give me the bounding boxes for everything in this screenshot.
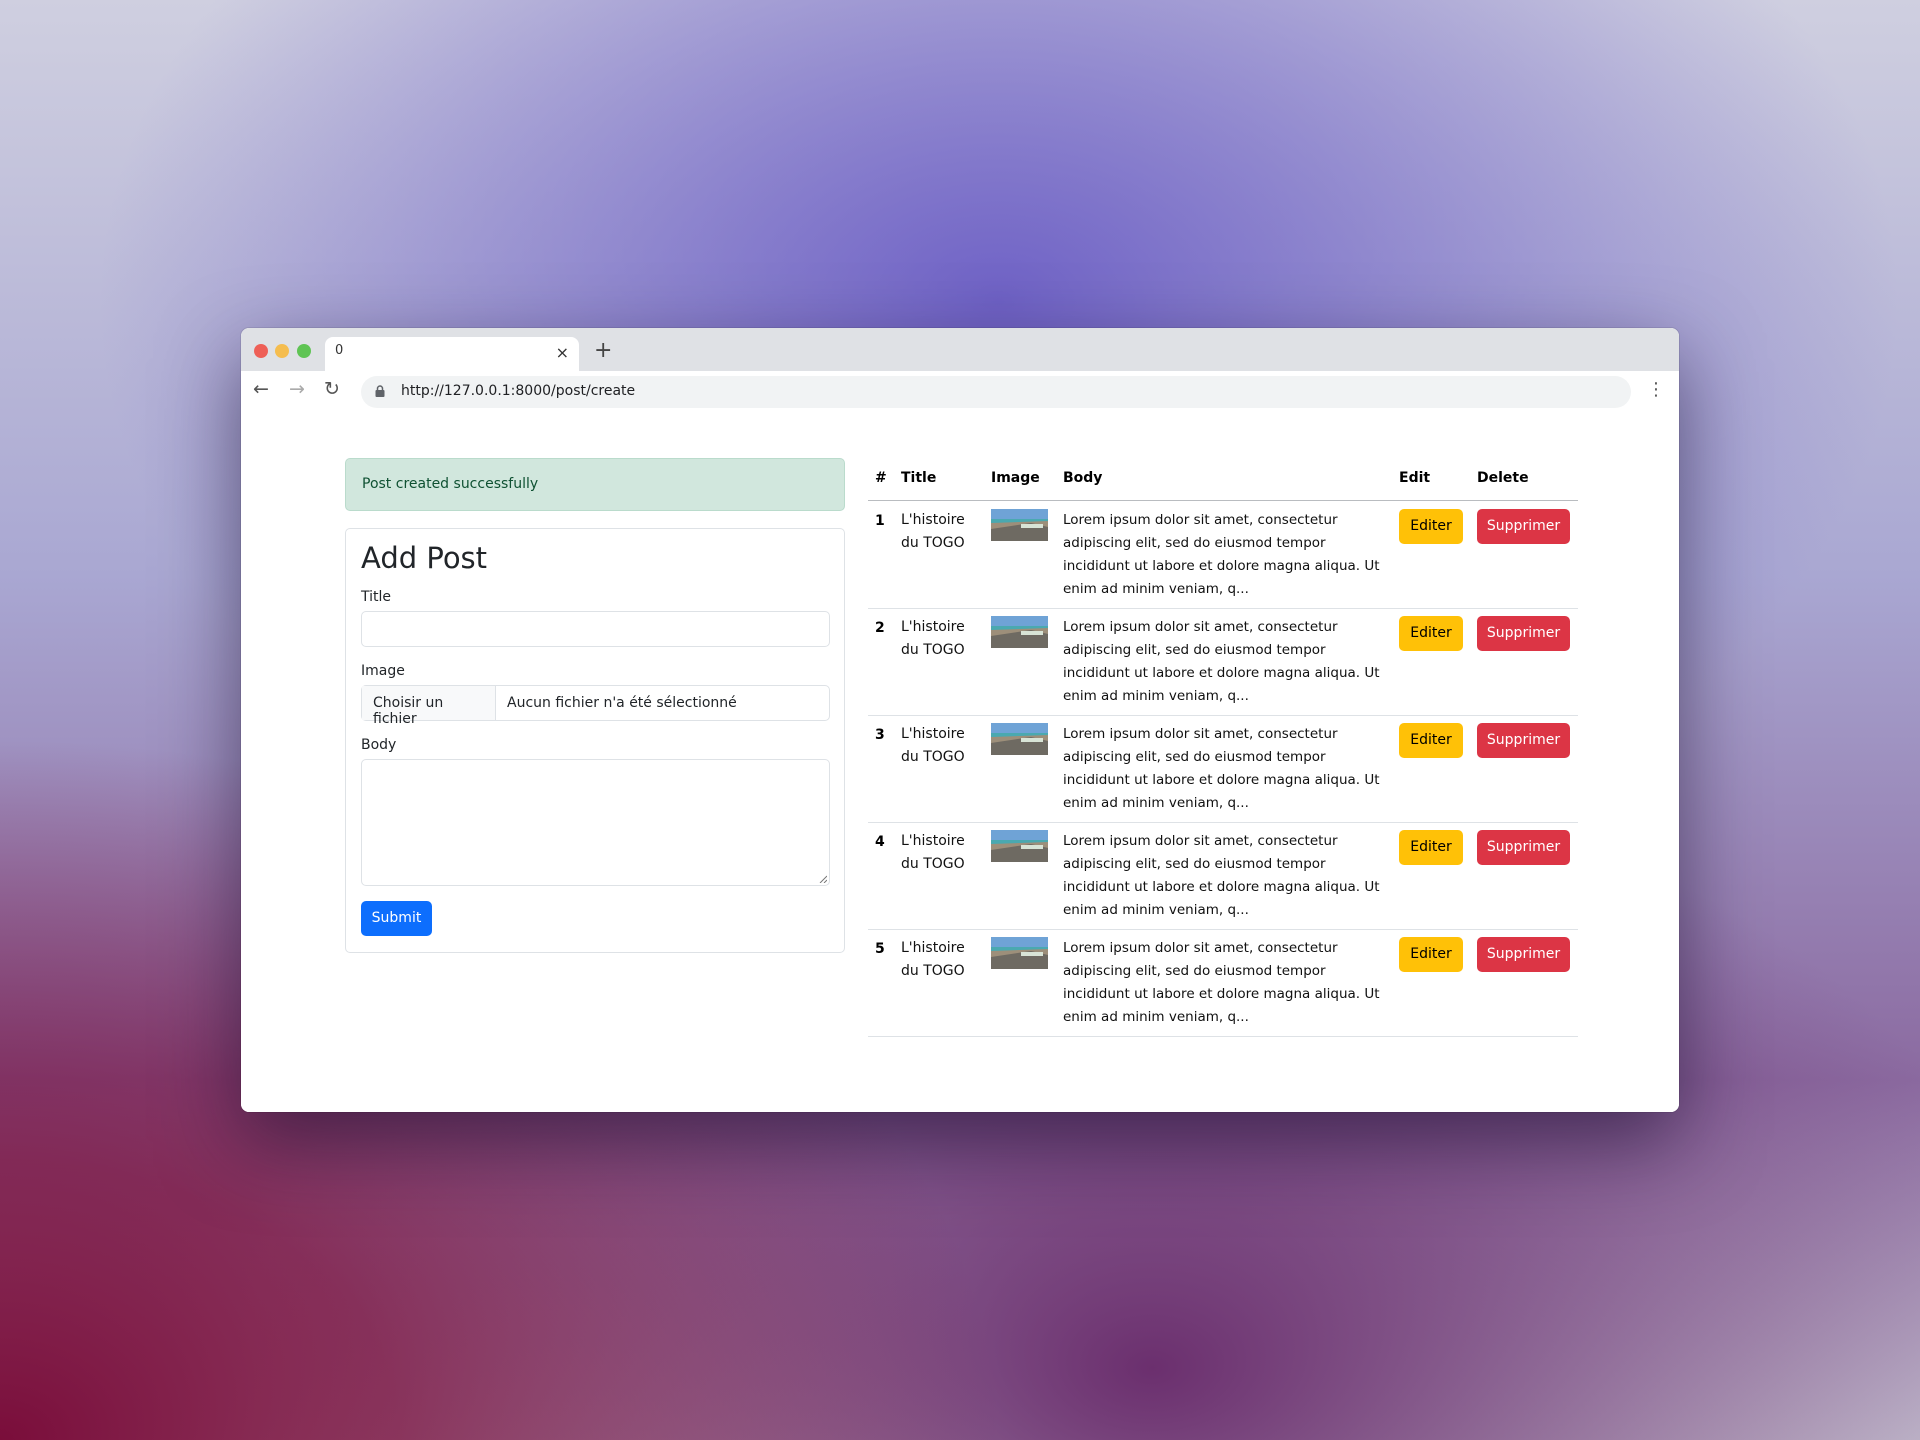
image-label: Image [361, 663, 405, 679]
column-header-delete: Delete [1477, 470, 1529, 486]
resize-handle-icon[interactable] [819, 875, 827, 883]
row-number: 5 [875, 941, 885, 957]
body-textarea[interactable] [361, 759, 830, 886]
delete-button[interactable]: Supprimer [1477, 509, 1570, 544]
browser-toolbar: ← → ↻ http://127.0.0.1:8000/post/create … [241, 371, 1679, 412]
post-thumbnail-image [991, 723, 1048, 755]
post-title: L'histoire du TOGO [901, 512, 965, 551]
post-body: Lorem ipsum dolor sit amet, consectetur … [1063, 940, 1380, 1025]
image-file-input[interactable]: Choisir un fichier Aucun fichier n'a été… [361, 685, 830, 727]
close-window-button[interactable] [254, 344, 268, 358]
table-row: 4 L'histoire du TOGO Lorem ipsum dolor s… [868, 822, 1578, 930]
browser-tab[interactable]: 0 × [325, 337, 579, 371]
column-header-title: Title [901, 470, 937, 486]
delete-button[interactable]: Supprimer [1477, 616, 1570, 651]
alert-message: Post created successfully [362, 476, 539, 492]
column-header-body: Body [1063, 470, 1103, 486]
row-number: 1 [875, 513, 885, 529]
column-header-edit: Edit [1399, 470, 1431, 486]
post-title: L'histoire du TOGO [901, 619, 965, 658]
row-number: 2 [875, 620, 885, 636]
post-thumbnail-image [991, 616, 1048, 648]
edit-button[interactable]: Editer [1399, 723, 1463, 758]
table-row: 2 L'histoire du TOGO Lorem ipsum dolor s… [868, 608, 1578, 716]
table-row: 5 L'histoire du TOGO Lorem ipsum dolor s… [868, 929, 1578, 1037]
reload-icon[interactable]: ↻ [324, 378, 340, 400]
page-content: Post created successfully Add Post Title… [241, 412, 1679, 1112]
post-body: Lorem ipsum dolor sit amet, consectetur … [1063, 726, 1380, 811]
add-post-card: Add Post Title Image Choisir un fichier … [345, 528, 845, 953]
post-thumbnail-image [991, 830, 1048, 862]
edit-button[interactable]: Editer [1399, 509, 1463, 544]
post-body: Lorem ipsum dolor sit amet, consectetur … [1063, 833, 1380, 918]
table-row: 3 L'histoire du TOGO Lorem ipsum dolor s… [868, 715, 1578, 823]
back-arrow-icon[interactable]: ← [253, 378, 269, 400]
post-body: Lorem ipsum dolor sit amet, consectetur … [1063, 619, 1380, 704]
forward-arrow-icon[interactable]: → [289, 378, 305, 400]
title-input[interactable] [361, 611, 830, 647]
close-icon[interactable]: × [556, 343, 569, 362]
body-label: Body [361, 737, 397, 753]
post-body: Lorem ipsum dolor sit amet, consectetur … [1063, 512, 1380, 597]
edit-button[interactable]: Editer [1399, 937, 1463, 972]
tab-bar: 0 × + [241, 328, 1679, 371]
column-header-image: Image [991, 470, 1040, 486]
table-row: 1 L'histoire du TOGO Lorem ipsum dolor s… [868, 501, 1578, 609]
maximize-window-button[interactable] [297, 344, 311, 358]
post-title: L'histoire du TOGO [901, 833, 965, 872]
submit-button[interactable]: Submit [361, 901, 432, 936]
address-bar[interactable]: http://127.0.0.1:8000/post/create [361, 376, 1631, 408]
column-header-number: # [875, 470, 887, 486]
choose-file-button[interactable]: Choisir un fichier [362, 686, 496, 727]
post-thumbnail-image [991, 937, 1048, 969]
file-status: Aucun fichier n'a été sélectionné [507, 695, 737, 711]
row-number: 3 [875, 727, 885, 743]
lock-icon [375, 385, 385, 397]
kebab-menu-icon[interactable]: ⋮ [1647, 379, 1665, 400]
form-heading: Add Post [361, 541, 488, 575]
minimize-window-button[interactable] [275, 344, 289, 358]
delete-button[interactable]: Supprimer [1477, 937, 1570, 972]
tab-title: 0 [335, 343, 344, 358]
post-title: L'histoire du TOGO [901, 940, 965, 979]
post-thumbnail-image [991, 509, 1048, 541]
delete-button[interactable]: Supprimer [1477, 830, 1570, 865]
edit-button[interactable]: Editer [1399, 830, 1463, 865]
delete-button[interactable]: Supprimer [1477, 723, 1570, 758]
title-label: Title [361, 589, 392, 605]
url-text[interactable]: http://127.0.0.1:8000/post/create [401, 383, 635, 399]
edit-button[interactable]: Editer [1399, 616, 1463, 651]
row-number: 4 [875, 834, 885, 850]
browser-window: 0 × + ← → ↻ http://127.0.0.1:8000/post/c… [241, 328, 1679, 1112]
new-tab-button[interactable]: + [594, 338, 612, 363]
success-alert: Post created successfully [345, 458, 845, 511]
post-title: L'histoire du TOGO [901, 726, 965, 765]
